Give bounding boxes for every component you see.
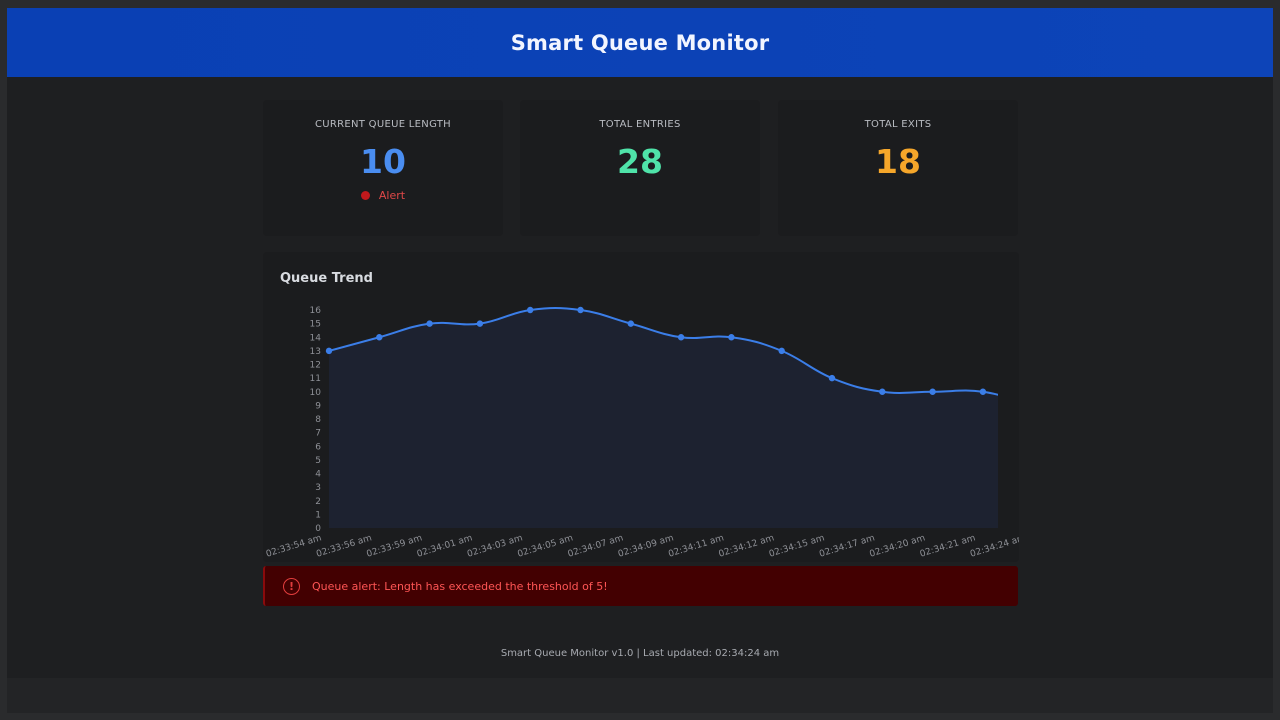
x-tick-label: 02:33:54 am [265, 533, 323, 559]
x-tick-label: 02:33:56 am [315, 533, 373, 559]
data-point [778, 347, 785, 355]
data-point [476, 320, 484, 327]
y-tick-label: 1 [315, 510, 321, 520]
current-queue-label: CURRENT QUEUE LENGTH [315, 119, 451, 130]
y-tick-label: 13 [310, 347, 321, 357]
app-header: Smart Queue Monitor [7, 8, 1273, 77]
y-tick-label: 9 [315, 401, 321, 411]
alert-circle-icon: ! [283, 577, 300, 595]
data-point [979, 388, 987, 395]
x-tick-label: 02:34:01 am [416, 533, 474, 559]
alert-text: Queue alert: Length has exceeded the thr… [312, 579, 608, 593]
current-queue-card: CURRENT QUEUE LENGTH 10 Alert [263, 100, 503, 236]
data-point [577, 306, 584, 314]
x-tick-label: 02:34:12 am [718, 533, 776, 559]
current-queue-value: 10 [360, 142, 406, 181]
status-text: Alert [378, 189, 406, 202]
y-tick-label: 16 [310, 306, 322, 316]
footer-text: Smart Queue Monitor v1.0 | Last updated:… [500, 648, 780, 659]
x-tick-label: 02:33:59 am [365, 533, 423, 559]
alert-dot-icon [360, 191, 370, 200]
y-tick-label: 2 [315, 497, 321, 507]
y-tick-label: 14 [310, 333, 322, 343]
data-point [325, 347, 333, 355]
page-title: Smart Queue Monitor [510, 30, 770, 55]
x-tick-label: 02:34:09 am [617, 533, 675, 559]
data-point [828, 374, 836, 382]
queue-trend-chart: 01234567891011121314151602:33:54 am02:33… [265, 306, 1019, 560]
data-point [426, 320, 433, 327]
total-entries-card: TOTAL ENTRIES 28 [520, 100, 760, 236]
x-tick-label: 02:34:11 am [667, 533, 725, 559]
total-exits-label: TOTAL EXITS [864, 119, 932, 130]
x-tick-label: 02:34:20 am [868, 533, 926, 559]
queue-trend-card: Queue Trend 0 1 2 3 4 5 6 7 8 9 10 11 12 13 14 15 16 02:3… [263, 252, 1019, 562]
total-entries-label: TOTAL ENTRIES [599, 119, 681, 130]
bottom-bar [7, 678, 1273, 713]
y-tick-label: 3 [315, 483, 321, 493]
data-point [879, 388, 886, 395]
y-tick-label: 10 [310, 388, 322, 398]
app-window: Smart Queue Monitor CURRENT QUEUE LENGTH… [7, 8, 1273, 713]
x-tick-label: 02:34:24 am [969, 533, 1019, 559]
x-tick-label: 02:34:17 am [818, 533, 876, 559]
y-tick-label: 11 [310, 374, 321, 384]
x-tick-label: 02:34:03 am [466, 533, 524, 559]
data-point [376, 334, 383, 341]
data-point [929, 388, 936, 395]
data-point [677, 334, 685, 341]
y-tick-label: 0 [315, 524, 321, 534]
status-badge: Alert [360, 189, 406, 202]
total-exits-value: 18 [875, 142, 921, 181]
y-tick-label: 15 [310, 320, 321, 330]
x-tick-label: 02:34:21 am [919, 533, 977, 559]
data-point [527, 306, 534, 314]
y-tick-label: 8 [315, 415, 321, 425]
x-tick-label: 02:34:07 am [567, 533, 625, 559]
queue-alert-banner: ! Queue alert: Length has exceeded the t… [263, 566, 1018, 606]
x-tick-label: 02:34:15 am [768, 533, 826, 559]
data-point [728, 334, 735, 341]
y-tick-label: 7 [315, 429, 321, 439]
y-tick-label: 5 [315, 456, 321, 466]
y-tick-label: 12 [310, 361, 321, 371]
series-area [329, 307, 998, 528]
y-tick-label: 6 [315, 442, 321, 452]
total-entries-value: 28 [617, 142, 663, 181]
y-tick-label: 4 [315, 470, 321, 480]
total-exits-card: TOTAL EXITS 18 [778, 100, 1018, 236]
data-point [627, 320, 634, 327]
x-tick-label: 02:34:05 am [516, 533, 574, 559]
